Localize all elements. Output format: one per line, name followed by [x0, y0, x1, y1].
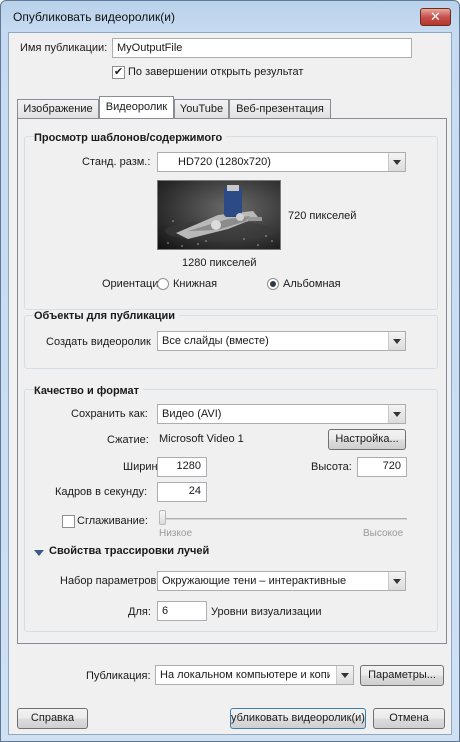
dialog-window: Опубликовать видеоролик(и) ✕ Имя публика…	[0, 0, 460, 742]
quality-group	[24, 389, 438, 632]
close-icon: ✕	[430, 9, 441, 24]
tab-image[interactable]: Изображение	[17, 99, 99, 118]
compression-label: Сжатие:	[107, 434, 149, 446]
preset-value: Окружающие тени – интерактивные	[162, 575, 347, 587]
landscape-label: Альбомная	[283, 278, 341, 290]
raytrace-section-title[interactable]: Свойства трассировки лучей	[49, 545, 209, 557]
create-video-label: Создать видеоролик	[46, 336, 151, 348]
save-as-select[interactable]: Видео (AVI)	[157, 404, 406, 424]
publication-name-label: Имя публикации:	[20, 42, 108, 54]
smoothing-slider-thumb[interactable]	[159, 510, 166, 525]
publish-params-button[interactable]: Параметры...	[360, 665, 444, 686]
help-button[interactable]: Справка	[17, 708, 88, 729]
height-pixels-label: 720 пикселей	[288, 210, 357, 222]
quality-group-title: Качество и формат	[34, 385, 144, 397]
fps-input[interactable]: 24	[157, 482, 207, 502]
compression-settings-button[interactable]: Настройка...	[328, 429, 406, 450]
fps-label: Кадров в секунду:	[55, 486, 148, 498]
radio-dot-icon	[270, 281, 276, 287]
window-title: Опубликовать видеоролик(и)	[13, 10, 175, 24]
tab-video[interactable]: Видеоролик	[99, 96, 174, 118]
tab-youtube[interactable]: YouTube	[174, 99, 229, 118]
portrait-radio[interactable]	[157, 278, 169, 290]
engine-model-image	[165, 185, 275, 247]
slider-low-label: Низкое	[159, 528, 193, 539]
width-pixels-label: 1280 пикселей	[182, 257, 257, 269]
title-bar[interactable]: Опубликовать видеоролик(и) ✕	[1, 1, 459, 33]
compression-value: Microsoft Video 1	[159, 433, 244, 445]
publish-target-select[interactable]: На локальном компьютере и копир	[155, 665, 354, 685]
height-label: Высота:	[311, 461, 352, 473]
publication-name-input[interactable]: MyOutputFile	[112, 38, 412, 58]
size-select-value: HD720 (1280x720)	[178, 156, 271, 168]
height-input[interactable]: 720	[357, 457, 407, 477]
for-label: Для:	[128, 606, 151, 618]
tab-web-presentation[interactable]: Веб-презентация	[229, 99, 331, 118]
dialog-client-area: Имя публикации: MyOutputFile ✔ По заверш…	[8, 32, 452, 735]
smoothing-label: Сглаживание:	[77, 515, 148, 527]
collapse-triangle-icon[interactable]	[34, 550, 44, 556]
objects-group-title: Объекты для публикации	[34, 310, 180, 322]
preview-thumbnail	[157, 180, 281, 250]
create-video-value: Все слайды (вместе)	[162, 335, 269, 347]
publish-target-label: Публикация:	[86, 670, 151, 682]
cancel-button[interactable]: Отмена	[373, 708, 445, 729]
levels-input[interactable]: 6	[157, 601, 207, 621]
width-input[interactable]: 1280	[157, 457, 207, 477]
save-as-label: Сохранить как:	[71, 408, 148, 420]
size-select[interactable]: HD720 (1280x720)	[157, 152, 406, 172]
chevron-down-icon[interactable]	[336, 666, 353, 684]
save-as-value: Видео (AVI)	[162, 408, 222, 420]
open-result-label: По завершении открыть результат	[128, 66, 304, 78]
preview-group-title: Просмотр шаблонов/содержимого	[34, 132, 227, 144]
size-label: Станд. разм.:	[82, 156, 151, 168]
portrait-label: Книжная	[173, 278, 218, 290]
publish-videos-button[interactable]: убликовать видеоролик(и)	[230, 708, 366, 729]
chevron-down-icon[interactable]	[388, 405, 405, 423]
levels-label: Уровни визуализации	[211, 606, 322, 618]
smoothing-slider-track[interactable]	[159, 518, 407, 520]
chevron-down-icon[interactable]	[388, 153, 405, 171]
create-video-select[interactable]: Все слайды (вместе)	[157, 331, 406, 351]
preset-select[interactable]: Окружающие тени – интерактивные	[157, 571, 406, 591]
landscape-radio[interactable]	[267, 278, 279, 290]
chevron-down-icon[interactable]	[388, 572, 405, 590]
slider-high-label: Высокое	[363, 528, 404, 539]
tab-page-video: Просмотр шаблонов/содержимого Станд. раз…	[17, 118, 447, 644]
checkmark-icon: ✔	[113, 66, 124, 78]
close-button[interactable]: ✕	[420, 8, 451, 26]
preset-label: Набор параметров	[60, 575, 157, 587]
smoothing-checkbox[interactable]	[62, 515, 75, 528]
open-result-checkbox[interactable]: ✔	[112, 66, 125, 79]
chevron-down-icon[interactable]	[388, 332, 405, 350]
publish-target-value: На локальном компьютере и копир	[160, 669, 330, 681]
